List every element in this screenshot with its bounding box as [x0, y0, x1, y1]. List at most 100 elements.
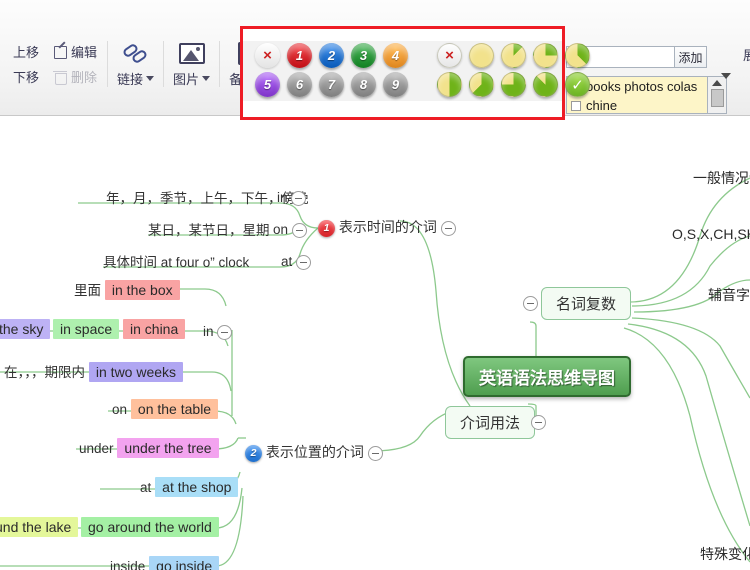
collapse-toggle-icon[interactable] — [296, 254, 312, 270]
progress-100[interactable]: ✓ — [565, 72, 590, 97]
place-item-1[interactable]: the sky — [0, 319, 51, 339]
move-down-button[interactable]: 下移 — [13, 67, 39, 86]
app-window: 上移 下移 编辑 删除 链接 图片 添加 books photos colas … — [0, 0, 750, 570]
trash-icon — [53, 70, 68, 85]
marker-picker-panel: × 1 2 3 4 5 6 7 8 9 × ✓ — [243, 41, 590, 101]
marker-4[interactable]: 4 — [383, 43, 408, 68]
progress-12[interactable] — [501, 43, 526, 68]
collapse-toggle-icon[interactable] — [367, 445, 383, 461]
move-up-label: 上移 — [13, 45, 40, 60]
move-down-label: 下移 — [13, 70, 40, 85]
link-icon — [121, 41, 149, 67]
image-label: 图片 — [173, 71, 200, 87]
marker-1[interactable]: 1 — [287, 43, 312, 68]
collapse-toggle-icon[interactable] — [531, 415, 546, 430]
collapse-toggle-icon[interactable] — [217, 324, 233, 340]
highlight-text: go around the world — [81, 517, 219, 537]
marker-5[interactable]: 5 — [255, 72, 280, 97]
branch-node-noun-plural[interactable]: 名词复数 — [541, 287, 632, 320]
branch-node-preposition[interactable]: 介词用法 — [445, 406, 536, 439]
place-prep-node[interactable]: 2 表示位置的介词 — [245, 442, 383, 462]
place-item-6[interactable]: under under the tree — [79, 438, 219, 458]
place-item-5[interactable]: on on the table — [112, 399, 219, 419]
progress-25[interactable] — [533, 43, 558, 68]
collapse-toggle-icon[interactable] — [440, 220, 456, 236]
divider — [163, 41, 165, 87]
move-up-button[interactable]: 上移 — [13, 42, 39, 61]
image-button[interactable]: 图片 — [167, 35, 216, 93]
place-item-8[interactable]: und the lake — [0, 517, 79, 537]
center-node[interactable]: 英语语法思维导图 — [463, 356, 631, 397]
mindmap-canvas[interactable]: 年，月，季节，上午，下午，傍晚 in 某日，某节日，星期 on 具体时间 at … — [0, 116, 750, 570]
edit-button[interactable]: 编辑 — [53, 42, 97, 61]
highlight-text: on the table — [130, 399, 219, 419]
progress-marker-grid: × ✓ — [413, 43, 595, 99]
time-row-2-prep[interactable]: at — [281, 253, 312, 270]
divider — [219, 41, 221, 87]
marker-2[interactable]: 2 — [319, 43, 344, 68]
list-item-label: books photos colas — [586, 79, 698, 94]
marker-none[interactable]: × — [255, 43, 280, 68]
collapse-toggle-icon[interactable] — [523, 296, 538, 311]
progress-62[interactable] — [469, 72, 494, 97]
time-row-1-prep[interactable]: on — [273, 221, 307, 238]
checkbox-icon[interactable] — [571, 100, 581, 111]
edit-label: 编辑 — [71, 45, 98, 60]
time-prep-node[interactable]: 1 表示时间的介词 — [318, 217, 456, 237]
time-row-0-prep[interactable]: in — [277, 189, 307, 206]
chevron-down-icon[interactable] — [146, 75, 155, 81]
image-icon — [178, 41, 205, 67]
right-label-0[interactable]: 一般情况词 — [693, 168, 750, 188]
progress-37[interactable] — [565, 43, 590, 68]
place-item-2[interactable]: in space — [53, 319, 120, 339]
time-row-1-desc[interactable]: 某日，某节日，星期 — [148, 219, 270, 239]
list-item-label: chine — [586, 98, 618, 113]
place-item-10[interactable]: inside go inside — [110, 556, 220, 570]
time-row-2-desc[interactable]: 具体时间 at four o” clock — [103, 251, 249, 271]
marker-badge-2: 2 — [245, 444, 262, 462]
time-prep-title: 表示时间的介词 — [338, 219, 437, 235]
add-tag-button[interactable]: 添加 — [674, 46, 707, 68]
right-label-2[interactable]: 辅音字 — [708, 285, 750, 305]
highlight-text: go inside — [149, 556, 220, 570]
scroll-down-icon[interactable] — [721, 73, 731, 97]
pencil-icon — [53, 45, 68, 59]
highlight-text: in space — [53, 319, 120, 339]
collapse-toggle-icon[interactable] — [291, 222, 307, 238]
marker-7[interactable]: 7 — [319, 72, 344, 97]
highlight-text: in the box — [104, 280, 180, 300]
place-item-7[interactable]: at at the shop — [140, 477, 239, 497]
place-item-0[interactable]: 里面 in the box — [74, 279, 180, 300]
link-button[interactable]: 链接 — [111, 35, 160, 93]
collapse-toggle-icon[interactable] — [291, 190, 307, 206]
delete-button[interactable]: 删除 — [53, 67, 97, 86]
progress-none[interactable]: × — [437, 43, 462, 68]
place-item-4[interactable]: 在，，，期限内 in two weeks — [4, 361, 184, 382]
place-prep-title: 表示位置的介词 — [265, 444, 364, 460]
place-item-3[interactable]: in china — [123, 319, 186, 339]
right-label-1[interactable]: O,S,X,CH,SH — [672, 226, 750, 242]
marker-9[interactable]: 9 — [383, 72, 408, 97]
progress-87[interactable] — [533, 72, 558, 97]
place-prep-in[interactable]: in — [203, 323, 233, 340]
expand-button[interactable]: 展开 — [736, 44, 750, 64]
edit-delete-commands: 编辑 删除 — [46, 35, 104, 93]
delete-label: 删除 — [71, 70, 98, 85]
marker-6[interactable]: 6 — [287, 72, 312, 97]
divider — [107, 41, 109, 87]
progress-75[interactable] — [501, 72, 526, 97]
marker-3[interactable]: 3 — [351, 43, 376, 68]
marker-badge-1: 1 — [318, 219, 335, 237]
expand-label: 展开 — [742, 48, 750, 63]
place-item-9[interactable]: go around the world — [81, 517, 219, 537]
move-commands: 上移 下移 — [6, 35, 46, 93]
mindmap-connectors — [0, 177, 750, 567]
progress-50[interactable] — [437, 72, 462, 97]
marker-8[interactable]: 8 — [351, 72, 376, 97]
highlight-text: at the shop — [155, 477, 239, 497]
progress-0[interactable] — [469, 43, 494, 68]
highlight-text: under the tree — [117, 438, 219, 458]
link-label: 链接 — [117, 71, 144, 87]
chevron-down-icon[interactable] — [202, 75, 211, 81]
right-label-3[interactable]: 特殊变化 — [700, 544, 750, 564]
